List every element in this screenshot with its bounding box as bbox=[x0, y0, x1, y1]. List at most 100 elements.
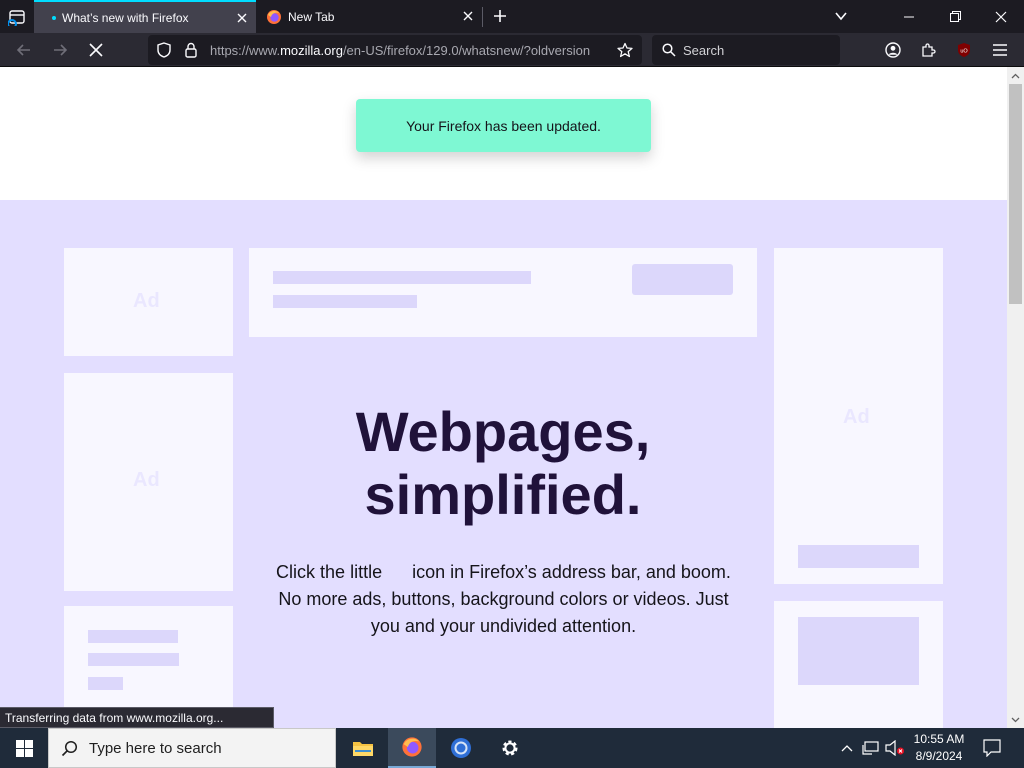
stop-x-icon bbox=[89, 43, 103, 57]
volume-tray-button[interactable] bbox=[885, 738, 905, 758]
ad-label: Ad bbox=[843, 406, 870, 428]
plus-icon bbox=[494, 10, 506, 22]
status-panel: Transferring data from www.mozilla.org..… bbox=[0, 707, 274, 728]
vertical-scrollbar[interactable] bbox=[1007, 67, 1024, 728]
clock-time: 10:55 AM bbox=[913, 732, 965, 746]
close-window-button[interactable] bbox=[978, 0, 1024, 33]
header-placeholder bbox=[249, 248, 757, 337]
placeholder-bar bbox=[88, 677, 123, 690]
puzzle-piece-icon bbox=[922, 43, 936, 57]
restore-icon bbox=[949, 11, 961, 22]
extensions-button[interactable] bbox=[916, 38, 940, 62]
close-tab-icon[interactable] bbox=[234, 10, 250, 26]
placeholder-bar bbox=[798, 545, 919, 568]
tab-whats-new[interactable]: What’s new with Firefox bbox=[34, 0, 256, 33]
placeholder-bar bbox=[88, 653, 179, 666]
back-button[interactable] bbox=[11, 37, 37, 63]
account-button[interactable] bbox=[881, 38, 905, 62]
notification-speech-bubble-icon bbox=[983, 739, 1001, 757]
firefox-view-button[interactable] bbox=[0, 0, 33, 33]
chromium-icon bbox=[451, 738, 471, 758]
close-icon bbox=[995, 11, 1007, 22]
folder-icon bbox=[353, 742, 373, 756]
placeholder-button bbox=[632, 264, 733, 295]
action-center-button[interactable] bbox=[978, 736, 1006, 760]
account-icon bbox=[885, 42, 901, 58]
ad-placeholder: Ad bbox=[64, 248, 233, 356]
svg-text:uO: uO bbox=[960, 49, 968, 55]
show-hidden-icons-button[interactable] bbox=[837, 738, 857, 758]
chrome-taskbar-button[interactable] bbox=[437, 728, 485, 768]
windows-taskbar: Type here to search 10:55 AM 8/9/2024 bbox=[0, 728, 1024, 768]
tab-new-tab[interactable]: New Tab bbox=[258, 0, 482, 33]
network-icon bbox=[862, 741, 879, 755]
search-icon bbox=[61, 740, 78, 762]
restore-button[interactable] bbox=[932, 0, 978, 33]
start-button[interactable] bbox=[0, 728, 48, 768]
ad-label: Ad bbox=[133, 469, 160, 491]
minimize-icon bbox=[904, 16, 914, 17]
ublock-origin-button[interactable]: uO bbox=[952, 38, 976, 62]
search-icon bbox=[662, 43, 676, 62]
scroll-thumb[interactable] bbox=[1009, 84, 1022, 304]
volume-muted-icon bbox=[885, 740, 904, 756]
app-menu-button[interactable] bbox=[988, 38, 1012, 62]
minimize-button[interactable] bbox=[886, 0, 932, 33]
clock-date: 8/9/2024 bbox=[915, 749, 963, 763]
scroll-up-button[interactable] bbox=[1007, 67, 1024, 84]
taskbar-search-placeholder: Type here to search bbox=[89, 740, 222, 757]
page-content: Your Firefox has been updated. Ad Ad Ad bbox=[0, 67, 1007, 728]
file-explorer-button[interactable] bbox=[339, 728, 387, 768]
chevron-down-icon bbox=[1011, 717, 1020, 722]
windows-logo-icon bbox=[15, 739, 33, 757]
page-headline: Webpages, simplified. bbox=[300, 400, 706, 526]
ad-placeholder: Ad bbox=[64, 373, 233, 591]
taskbar-search-box[interactable]: Type here to search bbox=[48, 728, 336, 768]
hamburger-menu-icon bbox=[993, 44, 1007, 56]
url-text: https://www.mozilla.org/en-US/firefox/12… bbox=[210, 43, 591, 58]
ublock-origin-icon: uO bbox=[958, 43, 970, 57]
headline-line-2: simplified. bbox=[364, 463, 642, 526]
tab-loading-dot-icon bbox=[52, 15, 56, 20]
chevron-up-icon bbox=[841, 745, 853, 752]
firefox-view-icon bbox=[7, 9, 25, 26]
tab-title: What’s new with Firefox bbox=[62, 10, 189, 25]
search-placeholder: Search bbox=[683, 43, 725, 58]
navigation-toolbar: https://www.mozilla.org/en-US/firefox/12… bbox=[0, 33, 1024, 67]
search-bar[interactable]: Search bbox=[652, 35, 840, 65]
content-placeholder bbox=[774, 601, 943, 728]
system-clock[interactable]: 10:55 AM 8/9/2024 bbox=[906, 731, 972, 765]
scroll-down-button[interactable] bbox=[1007, 711, 1024, 728]
headline-line-1: Webpages, bbox=[355, 400, 651, 463]
list-all-tabs-button[interactable] bbox=[830, 5, 852, 27]
placeholder-bar bbox=[273, 295, 417, 308]
update-notification: Your Firefox has been updated. bbox=[356, 99, 651, 152]
lock-icon[interactable] bbox=[183, 42, 199, 58]
back-arrow-icon bbox=[16, 44, 30, 56]
bookmark-star-icon[interactable] bbox=[617, 42, 633, 58]
reader-view-hero: Ad Ad Ad Webpages, simplified. Click the… bbox=[0, 200, 1007, 728]
gear-icon bbox=[502, 740, 518, 756]
placeholder-image bbox=[798, 617, 919, 685]
forward-arrow-icon bbox=[54, 44, 68, 56]
network-tray-button[interactable] bbox=[861, 738, 881, 758]
tracking-protection-shield-icon[interactable] bbox=[156, 42, 172, 58]
stop-button[interactable] bbox=[83, 37, 109, 63]
tab-strip: What’s new with Firefox New Tab bbox=[0, 0, 1024, 33]
ad-placeholder: Ad bbox=[774, 248, 943, 584]
chevron-up-icon bbox=[1011, 73, 1020, 78]
ad-label: Ad bbox=[133, 290, 160, 312]
new-tab-button[interactable] bbox=[488, 4, 512, 28]
settings-taskbar-button[interactable] bbox=[486, 728, 534, 768]
firefox-logo-icon bbox=[266, 9, 282, 25]
address-bar[interactable]: https://www.mozilla.org/en-US/firefox/12… bbox=[148, 35, 642, 65]
firefox-taskbar-button[interactable] bbox=[388, 728, 436, 768]
tab-separator bbox=[482, 7, 483, 27]
forward-button[interactable] bbox=[47, 37, 73, 63]
page-description: Click the little icon in Firefox’s addre… bbox=[276, 562, 731, 636]
placeholder-bar bbox=[273, 271, 531, 284]
close-tab-icon[interactable] bbox=[460, 8, 476, 24]
placeholder-bar bbox=[88, 630, 178, 643]
firefox-logo-icon bbox=[402, 737, 422, 757]
tab-title: New Tab bbox=[288, 9, 335, 24]
